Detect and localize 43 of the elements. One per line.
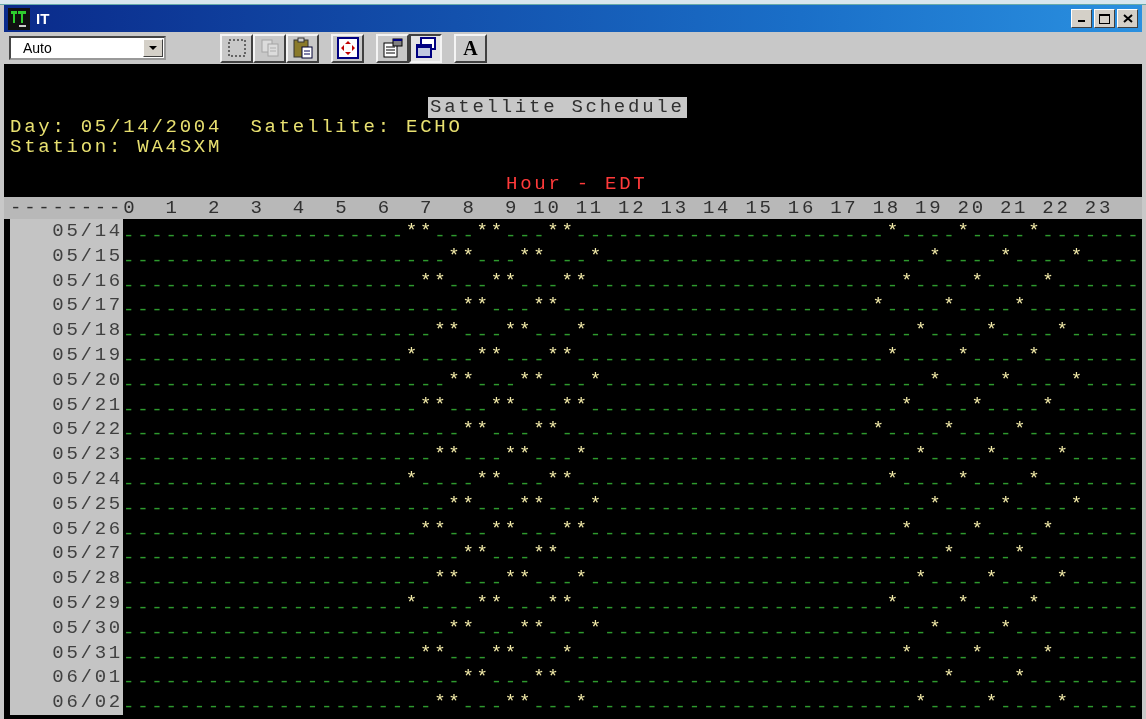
station-label: Station: WA4SXM xyxy=(10,137,223,157)
date-cell: 05/27 xyxy=(10,541,123,567)
schedule-heading: Satellite Schedule xyxy=(428,97,687,118)
font-button[interactable]: A xyxy=(454,33,487,63)
date-cell: 05/20 xyxy=(10,367,123,393)
date-cell: 05/29 xyxy=(10,590,123,616)
date-cell: 06/01 xyxy=(10,665,123,691)
date-cell: 05/26 xyxy=(10,516,123,542)
window-title: IT xyxy=(36,10,51,27)
date-cell: 05/16 xyxy=(10,268,123,294)
axis-title: Hour - EDT xyxy=(506,173,648,195)
date-cell: 05/23 xyxy=(10,442,123,467)
date-cell: 05/17 xyxy=(10,293,123,319)
copy-icon xyxy=(259,38,280,58)
date-cell: 05/28 xyxy=(10,566,123,591)
date-cell: 05/15 xyxy=(10,243,123,269)
clipboard-icon xyxy=(291,37,314,59)
minimize-button[interactable] xyxy=(1071,9,1092,28)
date-cell: 05/30 xyxy=(10,615,123,641)
date-cell: 05/14 xyxy=(10,219,123,244)
hour-scale: --------0 1 2 3 4 5 6 7 8 9 10 11 12 13 14 15 16 17 18 19 20 21 22 23 xyxy=(4,197,1142,219)
app-icon xyxy=(8,7,30,30)
date-cell: 05/22 xyxy=(10,417,123,443)
dropdown-arrow-icon xyxy=(149,45,157,51)
date-cell: 06/02 xyxy=(10,690,123,715)
close-button[interactable] xyxy=(1117,9,1138,28)
dashed-rectangle-icon xyxy=(226,38,247,58)
toolbar-button[interactable] xyxy=(409,33,442,63)
document-icon xyxy=(381,37,404,59)
date-cell: 05/18 xyxy=(10,318,123,343)
satellite-label: Satellite: ECHO xyxy=(250,117,463,137)
mode-dropdown[interactable]: Auto xyxy=(9,36,166,60)
day-label: Day: 05/14/2004 xyxy=(10,117,223,137)
date-cell: 05/19 xyxy=(10,343,123,368)
date-cell: 05/24 xyxy=(10,466,123,492)
maximize-icon xyxy=(1099,13,1110,24)
date-cell: 05/21 xyxy=(10,392,123,418)
date-cell: 05/31 xyxy=(10,640,123,666)
date-cell: 05/25 xyxy=(10,491,123,517)
windows-icon xyxy=(414,37,437,59)
maximize-button[interactable] xyxy=(1094,9,1115,28)
four-arrows-icon xyxy=(336,37,359,59)
close-icon xyxy=(1122,14,1133,23)
